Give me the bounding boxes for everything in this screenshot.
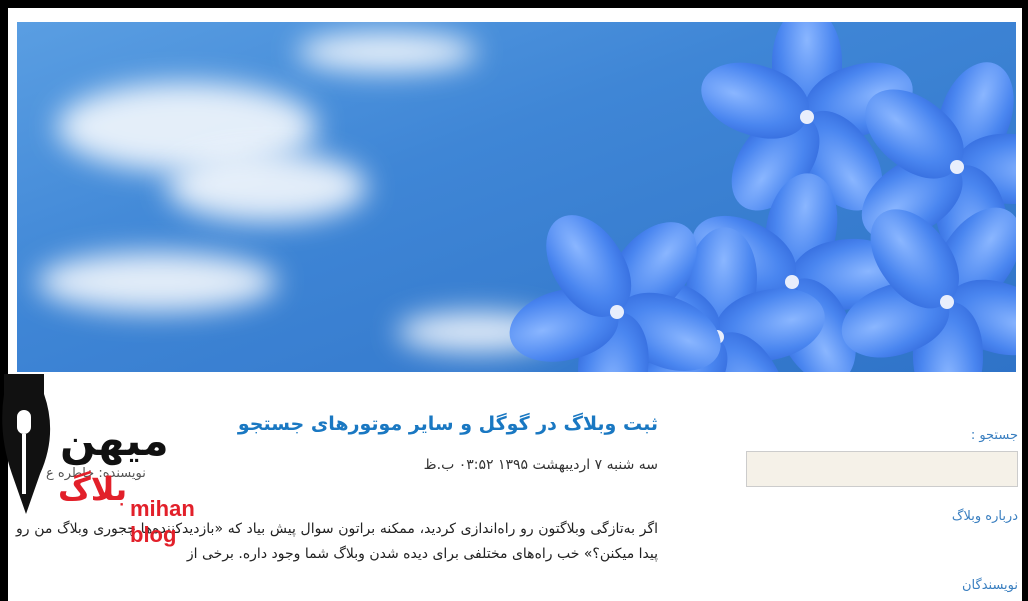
authors-link[interactable]: نویسندگان: [736, 578, 1018, 593]
about-blog-link[interactable]: درباره وبلاگ: [736, 509, 1018, 524]
post-excerpt: اگر به‌تازگی وبلاگتون رو راه‌اندازی کردی…: [16, 521, 658, 563]
mihanblog-logo[interactable]: میهن بلاگ mihan blog: [0, 374, 232, 547]
pen-nib-icon: [2, 374, 51, 514]
sidebar: جستجو : درباره وبلاگ نویسندگان: [736, 428, 1018, 593]
header-banner-image: [17, 22, 1016, 372]
search-label: جستجو :: [970, 428, 1018, 443]
search-input[interactable]: [746, 451, 1018, 487]
logo-text-bottom: بلاگ: [58, 470, 128, 508]
logo-text-top: میهن: [60, 416, 169, 465]
logo-text-english: mihan blog: [130, 496, 195, 547]
